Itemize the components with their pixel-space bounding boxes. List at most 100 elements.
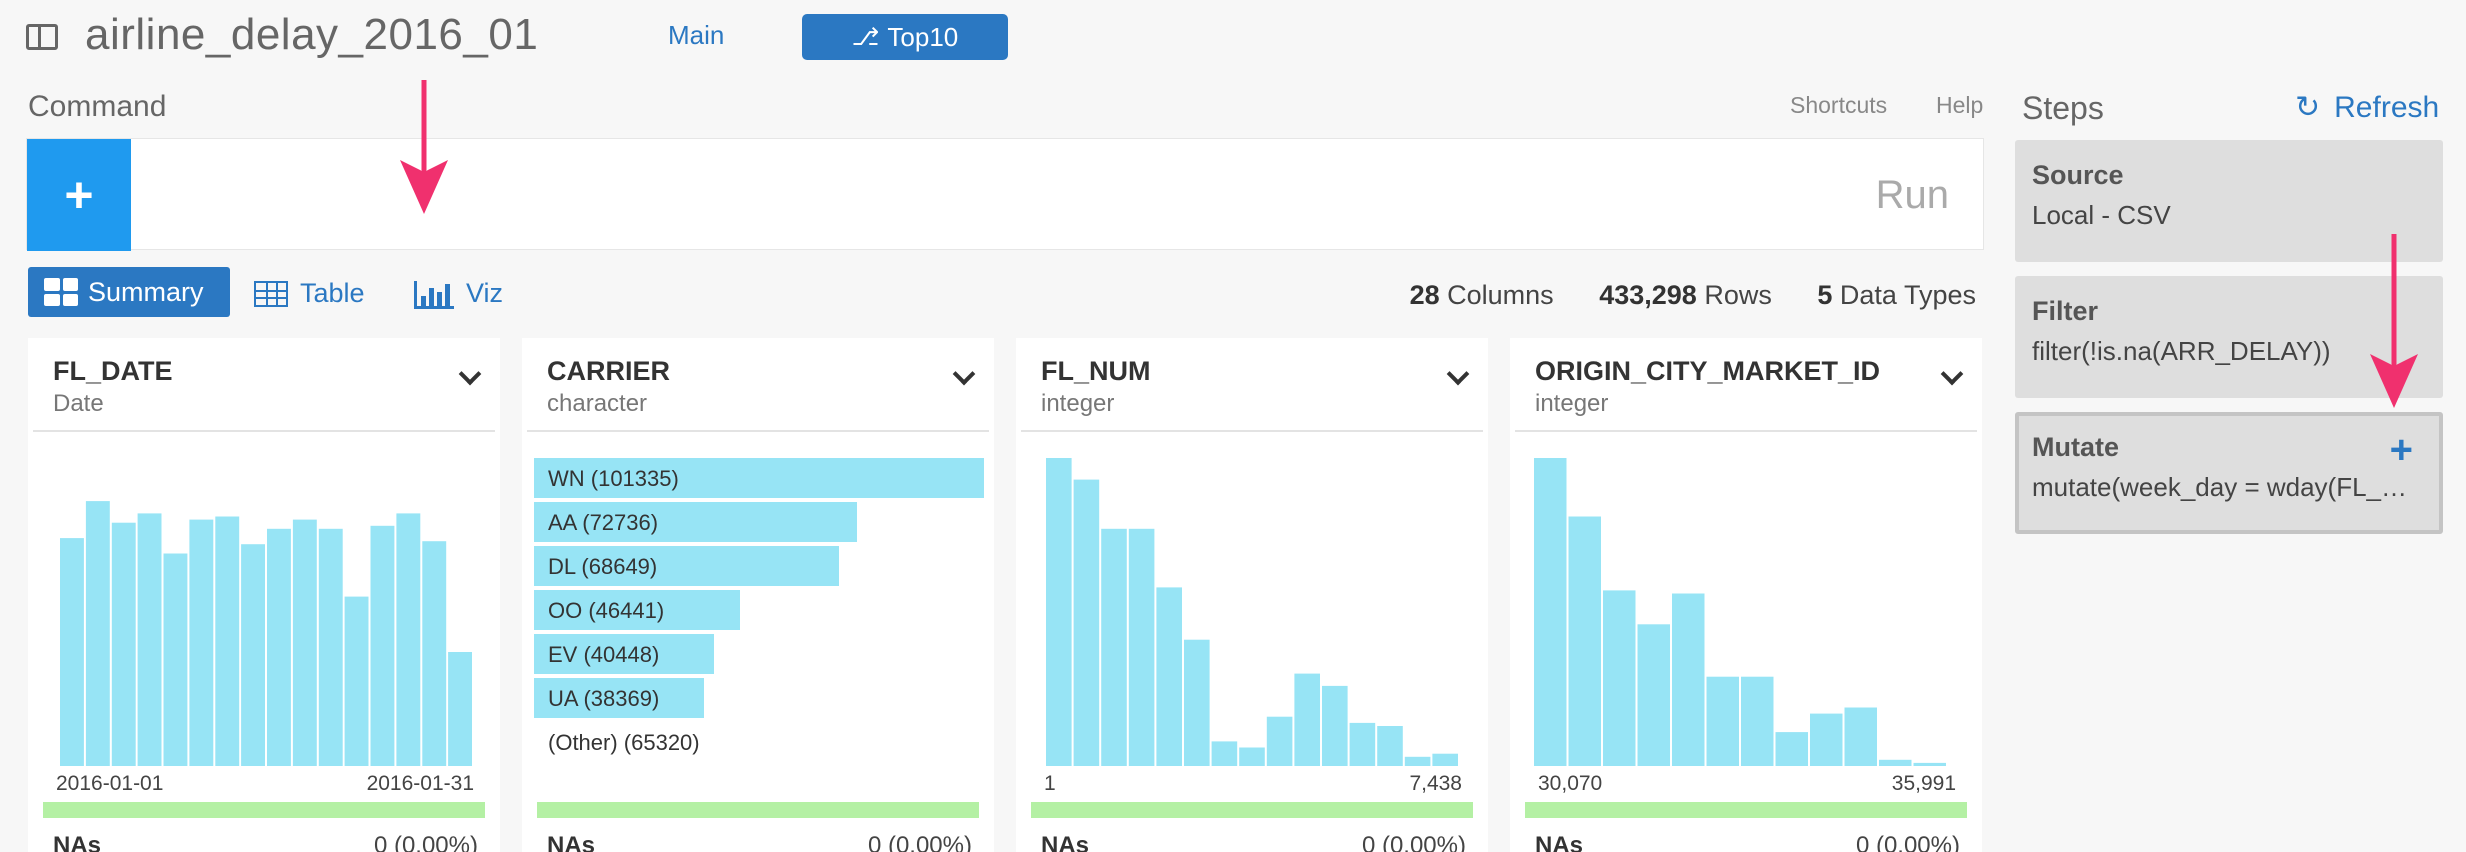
divider bbox=[33, 430, 495, 432]
histogram-bar[interactable] bbox=[137, 513, 162, 766]
add-step-plus-icon[interactable]: + bbox=[2390, 428, 2413, 473]
histogram-bar[interactable] bbox=[396, 513, 421, 766]
step-title: Mutate bbox=[2032, 432, 2119, 462]
page-title: airline_delay_2016_01 bbox=[85, 10, 539, 59]
histogram-bar[interactable] bbox=[60, 538, 84, 766]
histogram-bar[interactable] bbox=[1568, 516, 1602, 767]
histogram-bar[interactable] bbox=[111, 522, 136, 766]
branch-top10-label: Top10 bbox=[887, 21, 959, 52]
histogram-bar[interactable] bbox=[1377, 726, 1403, 766]
histogram-bar[interactable] bbox=[292, 519, 317, 766]
histogram-bar[interactable] bbox=[1432, 753, 1458, 766]
histogram-bar[interactable] bbox=[1266, 716, 1293, 766]
divider bbox=[1021, 430, 1483, 432]
column-card-fl-num: FL_NUM integer 1 7,438 NAs 0 (0.00%) bbox=[1016, 338, 1488, 852]
histogram-bar[interactable] bbox=[1404, 756, 1431, 766]
histogram-bar[interactable] bbox=[241, 544, 265, 766]
histogram-bar[interactable] bbox=[1913, 762, 1947, 766]
histogram-bar[interactable] bbox=[1184, 639, 1210, 766]
help-link[interactable]: Help bbox=[1936, 92, 1983, 119]
histogram-bar[interactable] bbox=[1810, 713, 1843, 766]
add-command-button[interactable]: + bbox=[27, 139, 131, 251]
category-label: EV (40448) bbox=[548, 642, 660, 667]
category-label: WN (101335) bbox=[548, 466, 679, 491]
refresh-icon: ↻ bbox=[2295, 91, 2321, 124]
histogram-bar[interactable] bbox=[1706, 676, 1740, 766]
histogram-bar[interactable] bbox=[1534, 458, 1567, 766]
shortcuts-link[interactable]: Shortcuts bbox=[1790, 92, 1887, 119]
na-bar bbox=[43, 802, 485, 818]
histogram-bar[interactable] bbox=[1349, 722, 1376, 766]
na-value: 0 (0.00%) bbox=[1855, 832, 1960, 852]
chevron-down-icon[interactable] bbox=[458, 362, 482, 386]
histogram-bar[interactable] bbox=[1046, 458, 1072, 766]
category-label: OO (46441) bbox=[548, 598, 665, 623]
branch-main-link[interactable]: Main bbox=[668, 20, 724, 51]
layout-toggle-icon[interactable] bbox=[26, 24, 58, 50]
histogram-bar[interactable] bbox=[1073, 479, 1100, 766]
na-bar bbox=[1525, 802, 1967, 818]
histogram-bar[interactable] bbox=[1128, 528, 1155, 766]
step-title: Source bbox=[2032, 160, 2124, 190]
column-type: Date bbox=[53, 390, 104, 417]
category-row[interactable]: AA (72736) bbox=[534, 502, 984, 546]
chevron-down-icon[interactable] bbox=[1940, 362, 1964, 386]
category-row-other[interactable]: (Other) (65320) bbox=[534, 722, 984, 766]
command-input[interactable]: + Run bbox=[26, 138, 1984, 251]
tab-summary[interactable]: Summary bbox=[28, 267, 230, 317]
histogram-bar[interactable] bbox=[1775, 732, 1809, 766]
column-card-carrier: CARRIER character WN (101335) AA (72736)… bbox=[522, 338, 994, 852]
histogram-bar[interactable] bbox=[318, 528, 343, 766]
na-value: 0 (0.00%) bbox=[867, 832, 972, 852]
histogram-bar[interactable] bbox=[1844, 707, 1878, 767]
category-row[interactable]: EV (40448) bbox=[534, 634, 984, 678]
histogram-bar[interactable] bbox=[189, 519, 214, 766]
histogram-bar[interactable] bbox=[1101, 528, 1127, 766]
branch-top10-button[interactable]: ⎇ Top10 bbox=[802, 14, 1008, 60]
histogram-bar[interactable] bbox=[1637, 624, 1671, 766]
histogram-bar[interactable] bbox=[1156, 587, 1182, 766]
histogram-bar[interactable] bbox=[1211, 741, 1238, 766]
histogram-bar[interactable] bbox=[422, 541, 447, 766]
data-types-label: Data Types bbox=[1839, 280, 1976, 310]
histogram-bar[interactable] bbox=[85, 501, 110, 766]
chevron-down-icon[interactable] bbox=[952, 362, 976, 386]
category-row[interactable]: WN (101335) bbox=[534, 458, 984, 502]
range-max: 35,991 bbox=[1891, 772, 1956, 795]
category-row[interactable]: DL (68649) bbox=[534, 546, 984, 590]
histogram-bar[interactable] bbox=[1239, 747, 1265, 767]
histogram-bar[interactable] bbox=[344, 596, 369, 766]
histogram-bar[interactable] bbox=[1879, 759, 1912, 766]
columns-count: 28 bbox=[1409, 280, 1440, 310]
category-row[interactable]: UA (38369) bbox=[534, 678, 984, 722]
histogram-bar[interactable] bbox=[1322, 685, 1348, 766]
histogram bbox=[1534, 458, 1947, 767]
summary-grid-icon bbox=[44, 278, 78, 306]
command-label: Command bbox=[28, 90, 167, 123]
tab-table[interactable]: Table bbox=[254, 278, 365, 309]
refresh-button[interactable]: ↻ Refresh bbox=[2295, 90, 2439, 125]
histogram-bar[interactable] bbox=[370, 525, 395, 766]
histogram bbox=[60, 501, 472, 767]
category-label: UA (38369) bbox=[548, 686, 660, 711]
histogram bbox=[1046, 458, 1458, 767]
histogram-bar[interactable] bbox=[1741, 676, 1774, 766]
data-types-count: 5 bbox=[1817, 280, 1833, 310]
histogram-bar[interactable] bbox=[1294, 673, 1320, 766]
tab-viz[interactable]: Viz bbox=[414, 278, 503, 309]
histogram-bar[interactable] bbox=[267, 528, 291, 766]
step-description: mutate(week_day = wday(FL_DATE)) bbox=[2032, 472, 2424, 502]
chevron-down-icon[interactable] bbox=[1446, 362, 1470, 386]
histogram-bar[interactable] bbox=[448, 652, 472, 766]
step-mutate[interactable]: Mutate + mutate(week_day = wday(FL_DATE)… bbox=[2015, 412, 2443, 534]
histogram-bar[interactable] bbox=[1603, 590, 1636, 766]
histogram-bar[interactable] bbox=[163, 553, 188, 767]
na-label: NAs bbox=[547, 832, 596, 852]
run-button[interactable]: Run bbox=[1876, 173, 1949, 218]
histogram-bar[interactable] bbox=[215, 516, 240, 767]
category-label: DL (68649) bbox=[548, 554, 658, 579]
category-row[interactable]: OO (46441) bbox=[534, 590, 984, 634]
column-type: integer bbox=[1535, 390, 1609, 417]
histogram-bar[interactable] bbox=[1672, 593, 1705, 767]
tab-viz-label: Viz bbox=[466, 278, 504, 308]
